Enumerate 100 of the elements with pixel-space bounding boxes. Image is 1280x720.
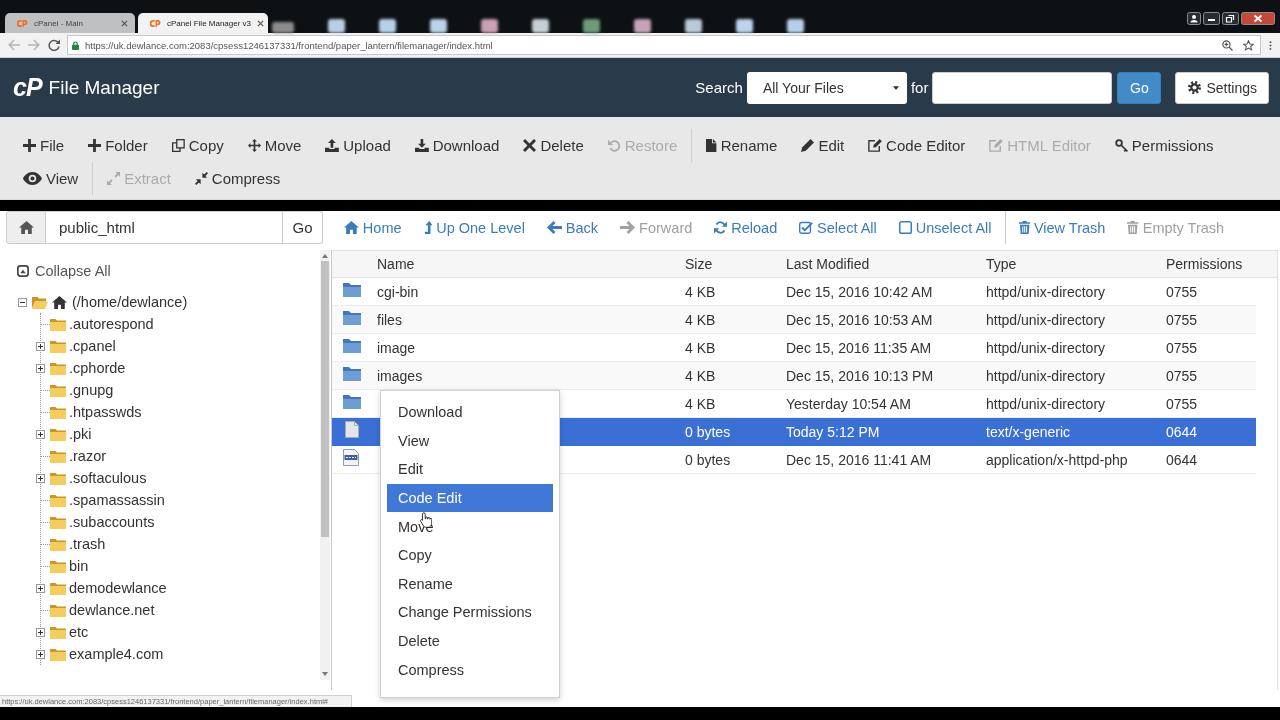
reload-icon[interactable] <box>48 39 60 51</box>
search-field[interactable] <box>932 71 1113 104</box>
tree-item[interactable]: .pki <box>69 426 92 442</box>
settings-button[interactable]: Settings <box>1175 71 1269 104</box>
toolbar-button[interactable]: Upload <box>313 128 403 162</box>
close-icon[interactable] <box>121 19 128 27</box>
minus-box-icon[interactable] <box>18 297 27 307</box>
column-header[interactable]: Size <box>685 256 786 272</box>
download-icon <box>414 138 429 152</box>
plus-box-icon[interactable] <box>36 583 45 593</box>
tree-item[interactable]: etc <box>69 624 89 640</box>
table-cell-text: text/x-generic <box>986 423 1072 440</box>
toolbar-button[interactable]: File <box>11 128 77 162</box>
toolbar-button[interactable]: Download <box>402 128 512 162</box>
table-cell-text: Yesterday 10:54 AM <box>786 395 912 412</box>
table-cell-text: 0644 <box>1166 423 1199 440</box>
restore-icon[interactable] <box>1222 12 1239 25</box>
plus-box-icon[interactable] <box>36 363 45 373</box>
blurred-icon <box>787 19 804 33</box>
tree-item[interactable]: .cpanel <box>69 338 116 354</box>
nav-link[interactable]: Home <box>333 211 413 244</box>
nav-link[interactable]: Select All <box>788 211 888 244</box>
tree-item[interactable]: (/home/dewlance) <box>72 294 188 310</box>
menu-item[interactable]: Change Permissions <box>387 598 553 627</box>
go-button[interactable]: Go <box>283 211 323 244</box>
tree-item[interactable]: .spamassassin <box>69 492 165 508</box>
tree-item[interactable]: .softaculous <box>69 470 147 486</box>
minimize-icon[interactable] <box>1203 12 1220 25</box>
user-icon[interactable] <box>1187 12 1201 25</box>
search-scope-dropdown[interactable]: All Your Files <box>746 71 907 104</box>
plus-box-icon[interactable] <box>36 473 45 483</box>
toolbar-button[interactable]: Move <box>235 128 314 162</box>
column-header[interactable]: Name <box>377 256 685 272</box>
menu-item[interactable]: Delete <box>387 626 553 656</box>
zoom-in-icon[interactable] <box>1222 39 1233 51</box>
toolbar-button[interactable]: Folder <box>76 128 160 162</box>
tree-item[interactable]: .htpasswds <box>69 404 142 420</box>
tree-item[interactable]: dewlance.net <box>69 602 155 618</box>
search-label: Search <box>695 79 743 96</box>
plus-box-icon[interactable] <box>36 429 45 439</box>
column-header[interactable]: Permissions <box>1166 256 1277 272</box>
tree-item[interactable]: example4.com <box>69 646 164 662</box>
scroll-up-icon[interactable] <box>322 254 328 258</box>
url-field[interactable]: https://uk.dewlance.com:2083/cpsess1246137331/frontend/paper_lantern/filemanager/index.html <box>67 35 1261 55</box>
open-folder-icon <box>32 295 48 309</box>
table-row[interactable]: files 4 KB Dec 15, 2016 10:53 AM httpd/unix-directory 0755 <box>332 306 1256 334</box>
nav-link[interactable]: Back <box>535 211 610 244</box>
toolbar-button[interactable]: Compress <box>182 161 293 195</box>
tree-item[interactable]: .gnupg <box>69 382 114 398</box>
tree-item[interactable]: .autorespond <box>69 316 154 332</box>
menu-icon[interactable] <box>1269 39 1272 51</box>
tree-item[interactable]: demodewlance <box>69 580 167 596</box>
home-button[interactable] <box>6 211 46 244</box>
arrow-left-icon <box>546 221 562 234</box>
table-cell: files <box>377 311 402 328</box>
table-row[interactable]: images 4 KB Dec 15, 2016 10:13 PM httpd/unix-directory 0755 <box>332 362 1256 390</box>
plus-box-icon[interactable] <box>36 341 45 351</box>
toolbar-button[interactable]: Rename <box>694 128 790 162</box>
column-header[interactable]: Type <box>986 256 1166 272</box>
blurred-icon <box>634 19 651 33</box>
tree-item[interactable]: .cphorde <box>69 360 126 376</box>
toolbar-button[interactable]: Code Editor <box>856 128 978 162</box>
nav-link[interactable]: View Trash <box>1007 211 1117 244</box>
menu-item[interactable]: Copy <box>387 540 553 570</box>
browser-tab[interactable]: cPanel File Manager v3 <box>138 13 268 33</box>
toolbar-button[interactable]: Edit <box>789 128 857 162</box>
nav-link[interactable]: Up One Level <box>412 211 536 244</box>
eye-icon <box>23 171 42 185</box>
scrollbar[interactable] <box>320 250 330 680</box>
close-icon[interactable] <box>257 19 265 27</box>
plus-box-icon[interactable] <box>36 649 45 659</box>
toolbar-button[interactable]: Delete <box>511 128 596 162</box>
tree-item[interactable]: .trash <box>69 536 106 552</box>
folder-icon <box>50 405 66 419</box>
tree-item[interactable]: bin <box>69 558 89 574</box>
nav-link[interactable]: Reload <box>703 211 789 244</box>
folder-icon <box>50 317 66 331</box>
app-logo: cP <box>13 73 42 102</box>
toolbar-button[interactable]: Copy <box>159 128 236 162</box>
tree-item[interactable]: .subaccounts <box>69 514 155 530</box>
column-header[interactable]: Last Modified <box>786 256 986 272</box>
toolbar-button[interactable]: Permissions <box>1102 128 1226 162</box>
menu-item[interactable]: Compress <box>387 655 553 684</box>
toolbar-button[interactable]: View <box>11 161 91 195</box>
close-icon[interactable] <box>1241 12 1275 25</box>
star-icon[interactable] <box>1243 39 1254 51</box>
url-text: https://uk.dewlance.com:2083/cpsess1246137331/frontend/paper_lantern/filemanager/index.html <box>85 39 493 51</box>
go-button[interactable]: Go <box>1117 71 1162 104</box>
menu-item[interactable]: Code Edit <box>387 483 553 513</box>
nav-link[interactable]: Unselect All <box>887 211 1003 244</box>
arrow-right-icon <box>620 221 636 234</box>
scrollbar-thumb[interactable] <box>321 261 329 537</box>
path-field[interactable]: public_html <box>46 211 283 244</box>
menu-item[interactable]: Rename <box>387 569 553 599</box>
scroll-down-icon[interactable] <box>322 672 328 676</box>
blurred-icon <box>685 19 702 33</box>
tree-item[interactable]: .razor <box>69 448 107 464</box>
plus-box-icon[interactable] <box>36 627 45 637</box>
collapse-all-link[interactable]: Collapse All <box>17 262 111 280</box>
browser-tab[interactable]: cPanel - Main <box>5 13 135 33</box>
